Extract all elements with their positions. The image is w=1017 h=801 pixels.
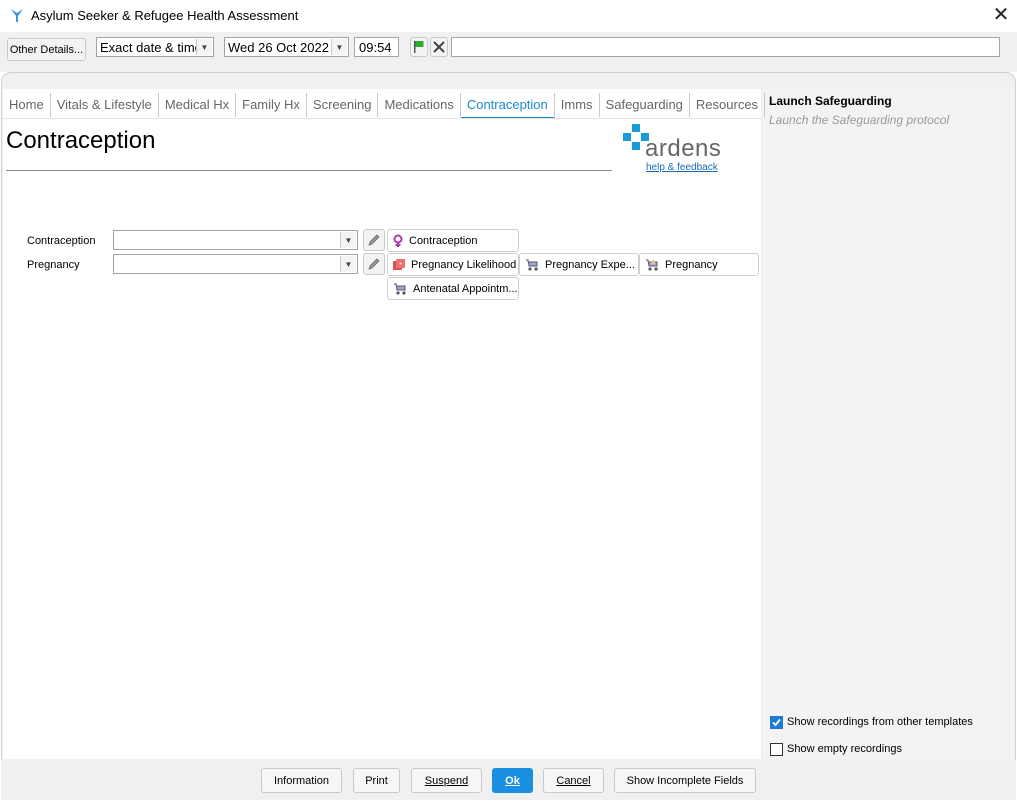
time-field[interactable]: 09:54: [354, 37, 399, 57]
contraception-value: [114, 233, 117, 245]
pregnancy-chip[interactable]: Pregnancy: [639, 253, 759, 276]
checkmark-icon: [772, 718, 781, 727]
tab-imms[interactable]: Imms: [555, 93, 600, 117]
pram-icon: [526, 259, 538, 271]
ardens-logo-text: ardens: [645, 135, 722, 162]
pregnancy-select[interactable]: ▼: [113, 254, 358, 274]
show-other-templates-label: Show recordings from other templates: [787, 716, 973, 728]
side-panel: [762, 89, 1015, 759]
clear-icon[interactable]: [430, 37, 448, 57]
pregnancy-chip-label: Pregnancy: [665, 258, 718, 271]
tab-medical-hx[interactable]: Medical Hx: [159, 93, 237, 117]
tab-vitals-lifestyle[interactable]: Vitals & Lifestyle: [51, 93, 159, 117]
date-value: Wed 26 Oct 2022: [228, 39, 329, 55]
pregnancy-likelihood-chip-label: Pregnancy Likelihood: [411, 258, 517, 271]
close-icon[interactable]: ✕: [990, 4, 1012, 26]
tab-screening[interactable]: Screening: [307, 93, 379, 117]
pregnancy-expected-chip-label: Pregnancy Expe...: [545, 258, 635, 271]
tab-family-hx[interactable]: Family Hx: [236, 93, 307, 117]
pram-icon: [394, 283, 406, 295]
page-title: Contraception: [6, 127, 156, 154]
antenatal-appointment-chip[interactable]: Antenatal Appointm...: [387, 277, 519, 300]
tab-divider: [3, 118, 761, 119]
flag-icon[interactable]: [410, 37, 428, 57]
tab-home[interactable]: Home: [3, 93, 51, 117]
ok-button[interactable]: Ok: [492, 768, 533, 793]
tab-contraception[interactable]: Contraception: [460, 93, 555, 119]
tab-resources[interactable]: Resources: [690, 93, 766, 117]
show-empty-recordings-checkbox[interactable]: [770, 743, 783, 756]
chevron-down-icon[interactable]: ▼: [340, 232, 356, 248]
print-button[interactable]: Print: [353, 768, 400, 793]
free-text-input[interactable]: [451, 37, 1000, 57]
cancel-button[interactable]: Cancel: [543, 768, 604, 793]
chevron-down-icon[interactable]: ▼: [340, 256, 356, 272]
contraception-select[interactable]: ▼: [113, 230, 358, 250]
window-title: Asylum Seeker & Refugee Health Assessmen…: [31, 8, 299, 23]
female-symbol-icon: [393, 234, 403, 247]
pregnancy-value: [114, 257, 117, 269]
pram-baby-icon: [646, 259, 658, 271]
chevron-down-icon[interactable]: ▼: [331, 39, 347, 55]
show-incomplete-fields-button[interactable]: Show Incomplete Fields: [614, 768, 756, 793]
tab-medications[interactable]: Medications: [378, 93, 461, 117]
contraception-label: Contraception: [27, 235, 96, 247]
tab-bar: Home Vitals & Lifestyle Medical Hx Famil…: [3, 93, 766, 119]
antenatal-appointment-chip-label: Antenatal Appointm...: [413, 282, 518, 295]
pregnancy-label: Pregnancy: [27, 259, 80, 271]
side-panel-subtext: Launch the Safeguarding protocol: [769, 113, 950, 127]
suspend-button[interactable]: Suspend: [411, 768, 482, 793]
date-select[interactable]: Wed 26 Oct 2022 ▼: [224, 37, 349, 57]
information-button[interactable]: Information: [261, 768, 342, 793]
pregnancy-likelihood-chip[interactable]: Pregnancy Likelihood: [387, 253, 519, 276]
side-panel-heading: Launch Safeguarding: [769, 94, 892, 108]
dice-icon: [393, 258, 405, 270]
contraception-chip-label: Contraception: [409, 234, 478, 247]
pencil-icon[interactable]: [363, 253, 385, 275]
title-divider: [6, 170, 612, 171]
other-details-button[interactable]: Other Details...: [7, 38, 86, 61]
contraception-chip[interactable]: Contraception: [387, 229, 519, 252]
help-feedback-link[interactable]: help & feedback: [646, 162, 718, 173]
chevron-down-icon[interactable]: ▼: [196, 39, 212, 55]
tab-safeguarding[interactable]: Safeguarding: [600, 93, 690, 117]
show-other-templates-checkbox[interactable]: [770, 716, 783, 729]
pregnancy-expected-chip[interactable]: Pregnancy Expe...: [519, 253, 639, 276]
show-empty-recordings-label: Show empty recordings: [787, 743, 902, 755]
app-logo-icon: [11, 9, 23, 22]
main-panel: [3, 89, 761, 759]
date-mode-select[interactable]: Exact date & time ▼: [96, 37, 214, 57]
date-mode-value: Exact date & time: [100, 39, 202, 55]
pencil-icon[interactable]: [363, 229, 385, 251]
